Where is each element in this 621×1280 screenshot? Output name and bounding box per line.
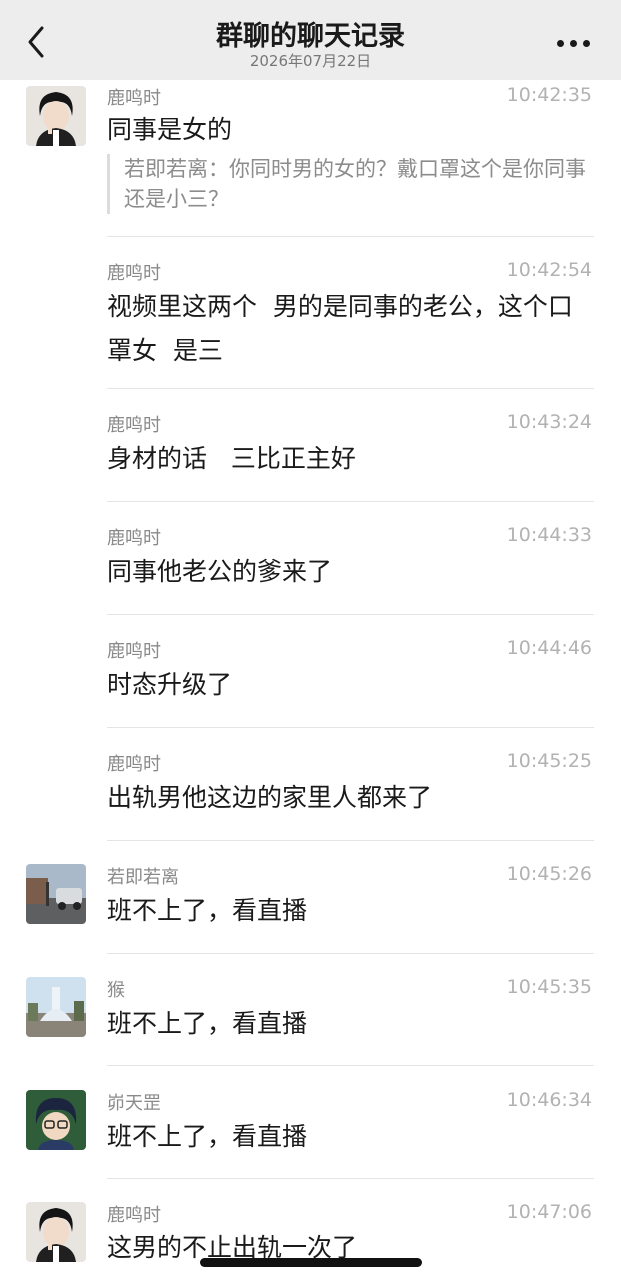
divider <box>107 501 594 502</box>
top-bar: 群聊的聊天记录 2026年07月22日 <box>0 0 621 80</box>
message-text: 同事是女的 <box>107 115 233 144</box>
message-sender: 峁天罡 <box>107 1093 161 1114</box>
message-text: 时态升级了 <box>107 670 233 699</box>
page-date: 2026年07月22日 <box>249 52 372 70</box>
message-text: 班不上了，看直播 <box>107 1122 308 1151</box>
avatar[interactable] <box>26 864 86 924</box>
message-time: 10:43:24 <box>506 411 592 433</box>
quoted-message: 若即若离：你同时男的女的？戴口罩这个是你同事还是小三？ <box>107 154 594 214</box>
divider <box>107 388 594 389</box>
message-time: 10:46:34 <box>506 1089 592 1111</box>
message-text: 班不上了，看直播 <box>107 1009 308 1038</box>
message-time: 10:44:33 <box>506 524 592 546</box>
message-sender: 鹿鸣时 <box>107 641 161 662</box>
message-sender: 若即若离 <box>107 867 179 888</box>
divider <box>107 1065 594 1066</box>
message-text: 同事他老公的爹来了 <box>107 557 333 586</box>
avatar[interactable] <box>26 977 86 1037</box>
message-time: 10:45:35 <box>506 976 592 998</box>
home-indicator[interactable] <box>200 1258 422 1267</box>
message-sender: 鹿鸣时 <box>107 754 161 775</box>
message-text: 身材的话 三比正主好 <box>107 444 356 473</box>
message-sender: 鹿鸣时 <box>107 263 161 284</box>
message-time: 10:44:46 <box>506 637 592 659</box>
avatar[interactable] <box>26 1202 86 1262</box>
more-icon[interactable] <box>557 26 591 60</box>
divider <box>107 1178 594 1179</box>
message-text: 出轨男他这边的家里人都来了 <box>107 783 433 812</box>
message-time: 10:45:25 <box>506 750 592 772</box>
divider <box>107 236 594 237</box>
message-sender: 鹿鸣时 <box>107 415 161 436</box>
message-text: 视频里这两个 男的是同事的老公，这个口罩女 是三 <box>107 292 573 365</box>
message-time: 10:45:26 <box>506 863 592 885</box>
divider <box>107 727 594 728</box>
message-time: 10:42:54 <box>506 259 592 281</box>
message-time: 10:47:06 <box>506 1201 592 1223</box>
message-text: 班不上了，看直播 <box>107 896 308 925</box>
avatar[interactable] <box>26 1090 86 1150</box>
page-title: 群聊的聊天记录 <box>216 21 405 52</box>
message-time: 10:42:35 <box>506 84 592 106</box>
message-sender: 猴 <box>107 980 125 1001</box>
avatar[interactable] <box>26 86 86 146</box>
message-sender: 鹿鸣时 <box>107 1205 161 1226</box>
divider <box>107 614 594 615</box>
divider <box>107 840 594 841</box>
divider <box>107 953 594 954</box>
message-sender: 鹿鸣时 <box>107 88 161 109</box>
message-sender: 鹿鸣时 <box>107 528 161 549</box>
